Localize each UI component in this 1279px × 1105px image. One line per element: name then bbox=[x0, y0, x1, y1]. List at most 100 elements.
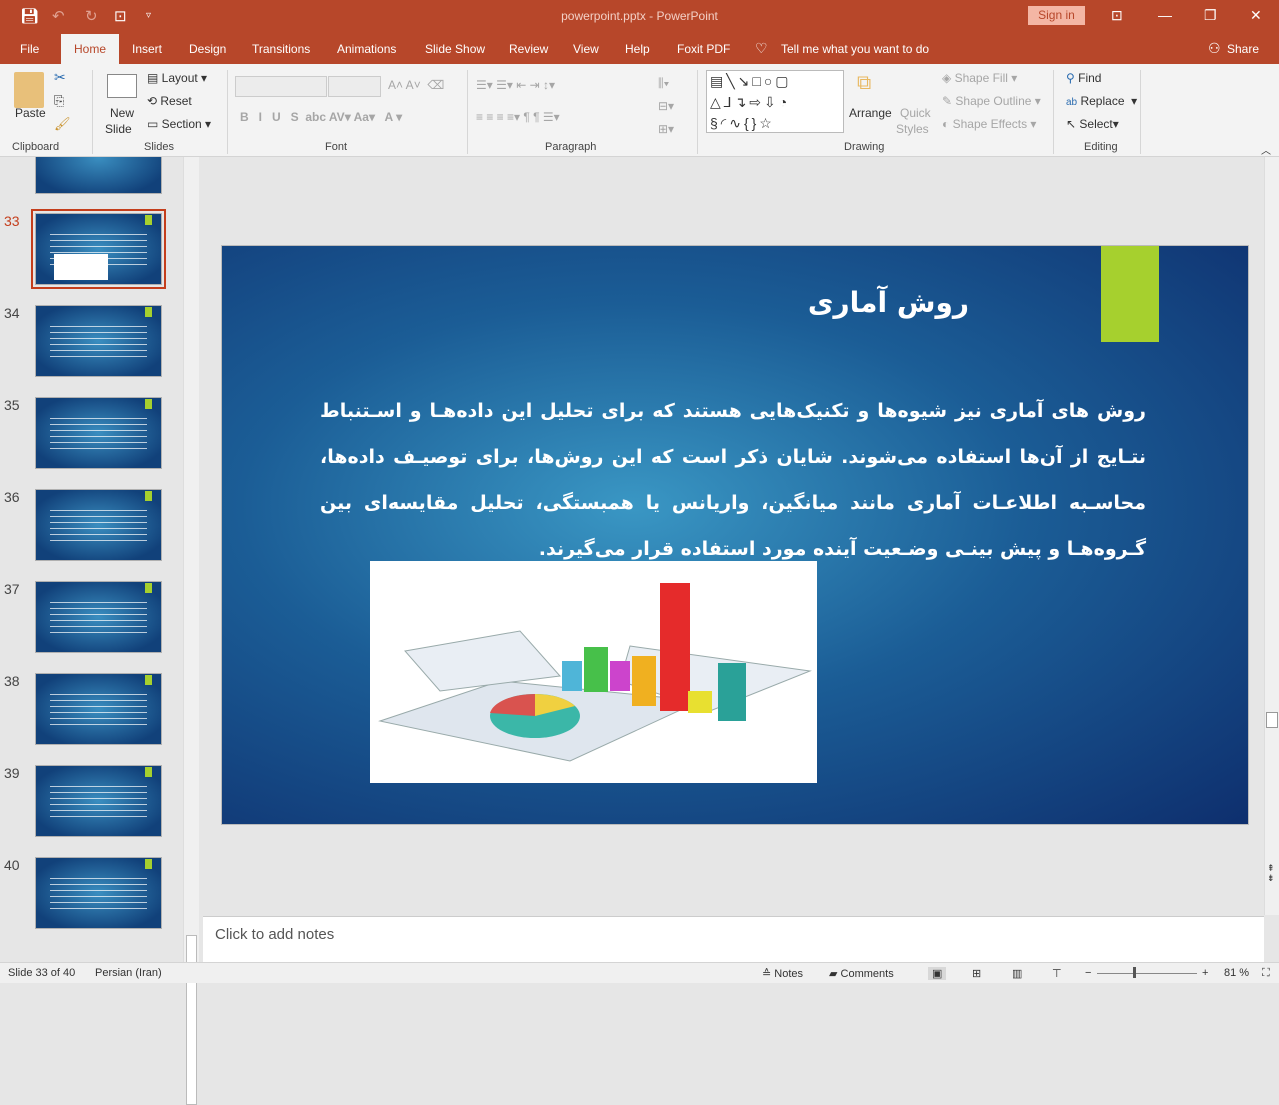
slide-thumbnail-34[interactable] bbox=[35, 305, 162, 377]
font-size-select[interactable] bbox=[328, 76, 381, 97]
shape-fill-button[interactable]: ◈ Shape Fill ▾ bbox=[942, 71, 1017, 85]
ribbon: Paste ✂ ⎘ 🖌︎ Clipboard New Slide ▤ Layou… bbox=[0, 64, 1279, 157]
clipboard-group-label: Clipboard bbox=[12, 141, 60, 153]
tab-transitions[interactable]: Transitions bbox=[252, 42, 310, 56]
ribbon-tabs: File Home Insert Design Transitions Anim… bbox=[0, 34, 1279, 64]
tab-view[interactable]: View bbox=[573, 42, 599, 56]
slide-thumbnail-32[interactable] bbox=[35, 157, 162, 194]
copy-icon[interactable]: ⎘ bbox=[54, 93, 64, 109]
new-slide-label-1[interactable]: New bbox=[110, 106, 134, 120]
quick-styles-label-2[interactable]: Styles bbox=[896, 122, 929, 136]
slide-sorter-icon[interactable]: ⊞ bbox=[972, 967, 981, 980]
editing-group-label: Editing bbox=[1084, 141, 1118, 153]
tab-animations[interactable]: Animations bbox=[337, 42, 396, 56]
reading-view-icon[interactable]: ▥ bbox=[1012, 967, 1022, 980]
slides-group-label: Slides bbox=[144, 141, 174, 153]
notes-button[interactable]: ≙ Notes bbox=[762, 967, 803, 980]
reset-button[interactable]: ⟲ Reset bbox=[147, 94, 192, 108]
language-indicator[interactable]: Persian (Iran) bbox=[95, 967, 162, 979]
slide-number: 39 bbox=[4, 765, 20, 781]
slide-number: 33 bbox=[4, 213, 20, 229]
shape-outline-button[interactable]: ✎ Shape Outline ▾ bbox=[942, 94, 1041, 108]
slide-thumbnail-35[interactable] bbox=[35, 397, 162, 469]
cursor-icon: ↖ bbox=[1066, 117, 1077, 131]
paste-button[interactable]: Paste bbox=[15, 106, 46, 120]
zoom-level[interactable]: 81 % bbox=[1224, 967, 1249, 979]
section-button[interactable]: ▭ Section ▾ bbox=[147, 117, 211, 131]
font-size-controls[interactable]: A˄ A˅ ⌫ bbox=[388, 78, 444, 92]
slide-number: 40 bbox=[4, 857, 20, 873]
tab-review[interactable]: Review bbox=[509, 42, 548, 56]
notes-pane[interactable]: Click to add notes bbox=[203, 916, 1264, 962]
share-button[interactable]: Share bbox=[1227, 42, 1259, 56]
layout-button[interactable]: ▤ Layout ▾ bbox=[147, 71, 207, 85]
select-button[interactable]: ↖ Select▾ bbox=[1066, 117, 1119, 131]
notes-placeholder[interactable]: Click to add notes bbox=[215, 926, 334, 943]
find-icon: ⚲ bbox=[1066, 71, 1075, 85]
window-title: powerpoint.pptx - PowerPoint bbox=[561, 9, 718, 23]
cut-icon[interactable]: ✂ bbox=[54, 69, 66, 86]
title-bar: 💾︎ ↶ ↻ ⊡ ▿ powerpoint.pptx - PowerPoint … bbox=[0, 0, 1279, 34]
normal-view-icon[interactable]: ▣ bbox=[928, 967, 947, 980]
new-slide-icon[interactable] bbox=[107, 74, 137, 98]
slide-thumbnail-39[interactable] bbox=[35, 765, 162, 837]
zoom-slider-thumb[interactable] bbox=[1132, 967, 1136, 978]
slide-canvas[interactable]: روش آماری روش های آماری نیز شیوه‌ها و تک… bbox=[221, 245, 1249, 825]
alignment-buttons[interactable]: ≡ ≡ ≡ ≡▾ ¶ ¶ ☰▾ bbox=[476, 110, 560, 124]
slide-thumbnail-36[interactable] bbox=[35, 489, 162, 561]
zoom-in-button[interactable]: + bbox=[1202, 967, 1208, 979]
quick-styles-label-1[interactable]: Quick bbox=[900, 106, 931, 120]
fit-slide-icon[interactable]: ⛶ bbox=[1262, 967, 1270, 980]
slide-body-text[interactable]: روش های آماری نیز شیوه‌ها و تکنیک‌هایی ه… bbox=[320, 388, 1146, 572]
shapes-gallery[interactable]: ▤╲↘□○▢ △⅃↴⇨⇩◔ §◜∿{}☆ bbox=[706, 70, 844, 133]
drawing-group-label: Drawing bbox=[844, 141, 885, 153]
tab-file[interactable]: File bbox=[20, 42, 39, 56]
minimize-icon[interactable]: — bbox=[1158, 7, 1172, 23]
prev-next-slide-icons[interactable]: ⇞ ⇟ bbox=[1267, 863, 1275, 883]
slide-thumbnail-37[interactable] bbox=[35, 581, 162, 653]
slideshow-view-icon[interactable]: ⊤ bbox=[1052, 967, 1062, 980]
slide-title[interactable]: روش آماری bbox=[782, 286, 969, 319]
comments-button[interactable]: ▰ Comments bbox=[829, 967, 894, 980]
paragraph-group-label: Paragraph bbox=[545, 141, 597, 153]
lightbulb-icon: ♡ bbox=[755, 40, 768, 56]
zoom-out-button[interactable]: − bbox=[1085, 967, 1091, 979]
tab-foxit-pdf[interactable]: Foxit PDF bbox=[677, 42, 730, 56]
font-format-buttons[interactable]: B I U S abc AV▾ Aa▾ A ▾ bbox=[240, 110, 402, 124]
tab-design[interactable]: Design bbox=[189, 42, 226, 56]
close-icon[interactable]: ✕ bbox=[1250, 7, 1262, 24]
tell-me-input[interactable]: Tell me what you want to do bbox=[781, 42, 929, 56]
slide-number: 38 bbox=[4, 673, 20, 689]
slide-scrollbar[interactable]: ⇞ ⇟ bbox=[1264, 157, 1279, 915]
slide-number: 37 bbox=[4, 581, 20, 597]
shape-effects-button[interactable]: ◐ Shape Effects ▾ bbox=[942, 117, 1036, 131]
collapse-ribbon-icon[interactable]: ︿ bbox=[1261, 142, 1271, 157]
tab-insert[interactable]: Insert bbox=[132, 42, 162, 56]
paste-icon[interactable] bbox=[14, 72, 44, 108]
slide-thumbnail-33[interactable] bbox=[31, 209, 166, 289]
ribbon-display-icon[interactable]: ⊡ bbox=[1111, 7, 1123, 24]
find-button[interactable]: ⚲ Find bbox=[1066, 71, 1101, 85]
text-direction-buttons[interactable]: ⫼▾ ⊟▾ ⊞▾ bbox=[658, 72, 674, 141]
statistics-chart-picture[interactable] bbox=[370, 561, 817, 783]
list-buttons[interactable]: ☰▾ ☰▾ ⇤ ⇥ ↕▾ bbox=[476, 78, 555, 92]
replace-button[interactable]: ab Replace ▾ bbox=[1066, 94, 1137, 108]
replace-icon: ab bbox=[1066, 97, 1078, 108]
new-slide-label-2[interactable]: Slide bbox=[105, 122, 132, 136]
format-painter-icon[interactable]: 🖌︎ bbox=[54, 116, 71, 132]
tab-help[interactable]: Help bbox=[625, 42, 650, 56]
slide-scroll-thumb[interactable] bbox=[1266, 712, 1278, 728]
slide-number: 35 bbox=[4, 397, 20, 413]
zoom-slider[interactable] bbox=[1097, 973, 1197, 974]
arrange-button[interactable]: Arrange bbox=[849, 106, 892, 120]
tab-slide-show[interactable]: Slide Show bbox=[425, 42, 485, 56]
tab-home[interactable]: Home bbox=[61, 34, 120, 64]
font-name-select[interactable] bbox=[235, 76, 327, 97]
sign-in-button[interactable]: Sign in bbox=[1028, 6, 1085, 25]
restore-icon[interactable]: ❐ bbox=[1204, 7, 1217, 24]
thumbnail-scroll-thumb[interactable] bbox=[186, 935, 197, 1105]
slide-thumbnail-40[interactable] bbox=[35, 857, 162, 929]
slide-thumbnail-38[interactable] bbox=[35, 673, 162, 745]
accent-rectangle bbox=[1101, 246, 1159, 342]
thumbnail-scrollbar[interactable] bbox=[183, 157, 199, 1105]
